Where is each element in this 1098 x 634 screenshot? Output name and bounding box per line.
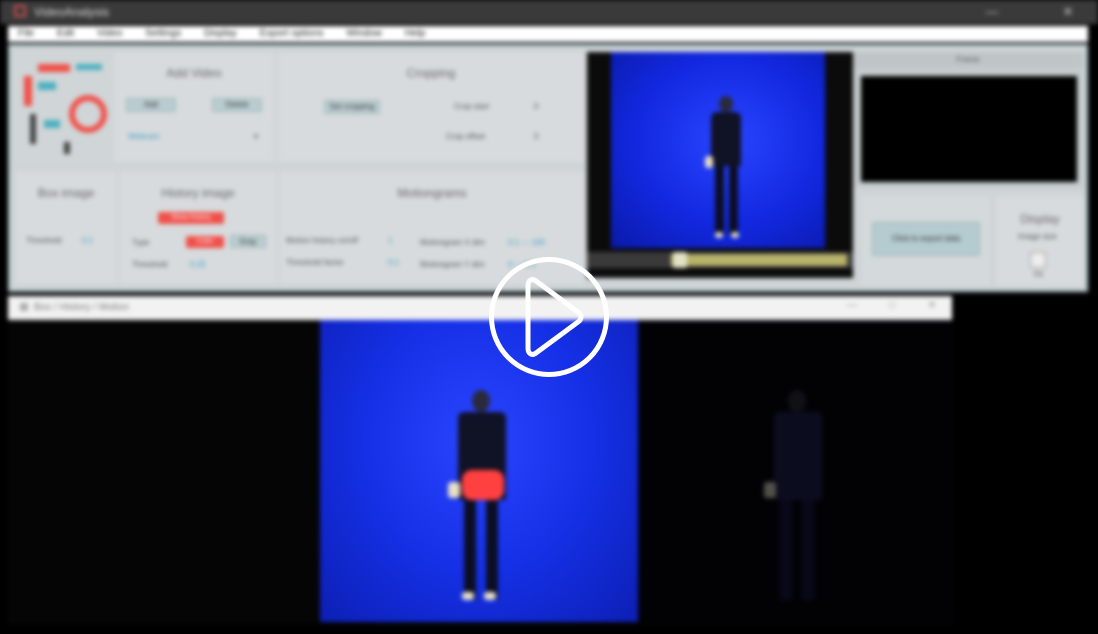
type-gray-toggle[interactable]: Gray — [230, 235, 266, 248]
window-icon — [20, 303, 28, 311]
sub-maximize-button[interactable]: □ — [880, 300, 904, 316]
menu-bar: File Edit Video Settings Display Export … — [8, 26, 1088, 42]
seek-handle[interactable] — [673, 252, 687, 268]
history-image-title: History image — [161, 186, 235, 200]
crop-start-value[interactable]: 0 — [534, 102, 538, 111]
close-button[interactable]: ✕ — [1056, 3, 1080, 21]
app-logo — [24, 64, 107, 154]
video-source-dropdown[interactable]: Webcam — [128, 132, 159, 141]
frame-panel: Frame — [853, 52, 1083, 188]
crop-start-label: Crop start — [454, 102, 490, 111]
frame-title: Frame — [853, 52, 1083, 68]
motiongram-y-label: Motiongram Y dim — [420, 260, 485, 269]
menu-edit[interactable]: Edit — [57, 26, 74, 42]
show-history-button[interactable]: Show history — [158, 212, 224, 224]
type-color-toggle[interactable]: Color — [186, 236, 224, 248]
video-image — [611, 52, 825, 248]
image-size-value: Fit — [1034, 270, 1043, 279]
seek-bar-fill — [671, 254, 847, 266]
history-image-section: History image Show history Type Color Gr… — [120, 172, 276, 284]
add-button[interactable]: Add — [126, 98, 176, 112]
delete-button[interactable]: Delete — [212, 98, 262, 112]
export-data-button[interactable]: Click to export data — [872, 222, 980, 256]
history-threshold-input[interactable]: 0.25 — [190, 260, 206, 269]
play-icon — [525, 277, 584, 357]
sub-close-button[interactable]: ✕ — [920, 300, 944, 316]
threshold-factor-label: Threshold factor — [286, 258, 344, 267]
logo-area — [16, 52, 112, 162]
image-size-icon[interactable] — [1030, 252, 1046, 268]
menu-settings[interactable]: Settings — [145, 26, 181, 42]
chevron-down-icon: ▾ — [254, 132, 259, 141]
sub-window-content — [8, 320, 952, 624]
box-image-section: Box image Threshold 0.1 — [16, 172, 116, 284]
image-size-label: Image size — [1018, 232, 1057, 241]
motiongrams-title: Motiongrams — [397, 186, 467, 200]
crop-offset-value[interactable]: 0 — [534, 132, 538, 141]
menu-export[interactable]: Export options — [260, 26, 324, 42]
app-icon — [14, 5, 26, 17]
motion-history-label: Motion history on/off — [286, 236, 358, 245]
main-title-bar: VideoAnalysis — ✕ — [0, 0, 1098, 24]
menu-window[interactable]: Window — [346, 26, 382, 42]
crop-offset-label: Crop offset — [446, 132, 485, 141]
box-image-title: Box image — [37, 186, 95, 200]
menu-file[interactable]: File — [18, 26, 34, 42]
motiongram-x-value[interactable]: 0.1 — 100 — [508, 238, 545, 247]
history-threshold-label: Threshold — [132, 260, 168, 269]
box-threshold-label: Threshold — [26, 236, 62, 245]
sub-minimize-button[interactable]: — — [840, 300, 864, 316]
minimize-button[interactable]: — — [980, 3, 1004, 21]
menu-help[interactable]: Help — [405, 26, 426, 42]
set-cropping-button[interactable]: Set cropping — [324, 100, 380, 114]
add-video-title: Add Video — [166, 66, 222, 80]
motion-image-view — [638, 320, 950, 622]
video-player[interactable] — [587, 52, 853, 278]
export-section: Click to export data — [862, 196, 990, 286]
menu-display[interactable]: Display — [204, 26, 237, 42]
display-title: Display — [1020, 212, 1060, 226]
motion-highlight — [462, 470, 504, 500]
motion-history-value[interactable]: 1 — [388, 236, 392, 245]
cropping-title: Cropping — [406, 66, 456, 80]
box-threshold-input[interactable]: 0.1 — [82, 236, 93, 245]
add-video-section: Add Video Add Delete Webcam ▾ — [114, 52, 274, 162]
threshold-factor-value[interactable]: 0.1 — [388, 258, 399, 267]
menu-video[interactable]: Video — [97, 26, 122, 42]
motiongram-x-label: Motiongram X dim — [420, 238, 485, 247]
frame-preview — [861, 76, 1077, 182]
sub-window-title: Box / History / Motion — [34, 302, 130, 313]
display-section: Display Image size Fit — [996, 196, 1084, 286]
window-title: VideoAnalysis — [34, 5, 110, 19]
sub-window-title-bar: Box / History / Motion — □ ✕ — [8, 296, 952, 320]
cropping-section: Cropping Set cropping Crop start 0 Crop … — [278, 52, 584, 162]
play-button[interactable] — [489, 257, 609, 377]
type-label: Type — [132, 238, 150, 247]
seek-bar[interactable] — [587, 252, 853, 268]
